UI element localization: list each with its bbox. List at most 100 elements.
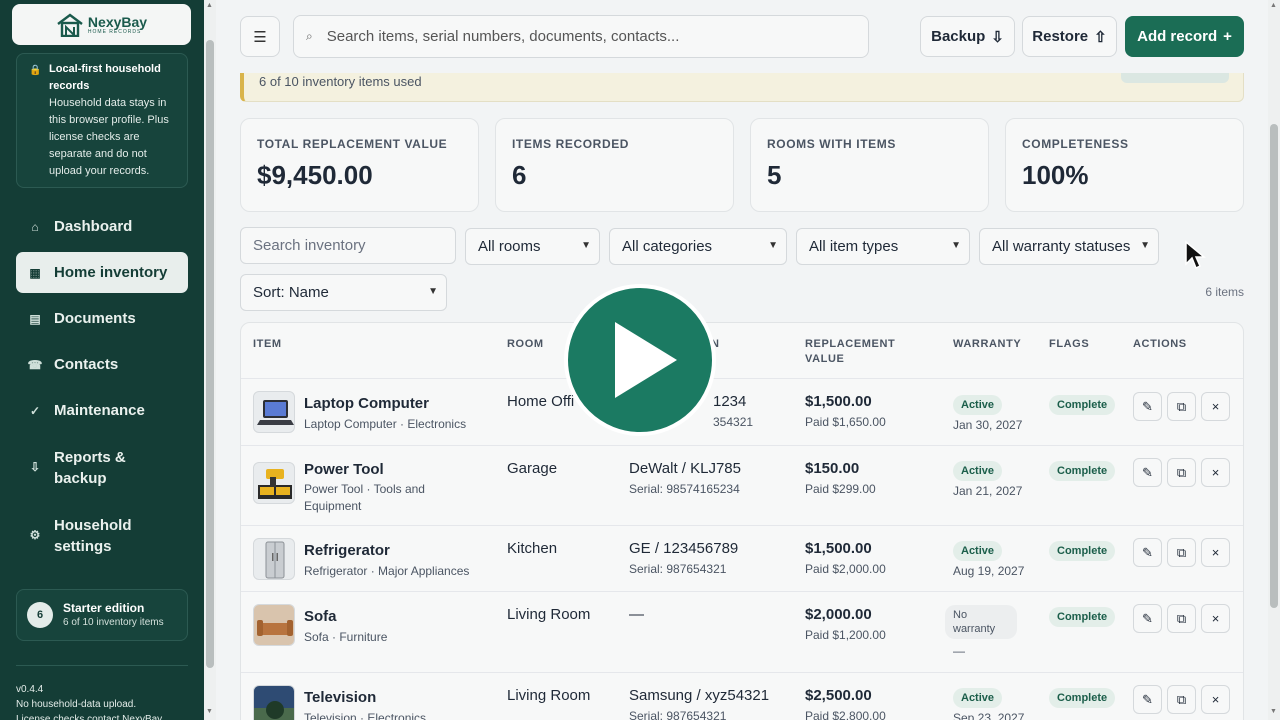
flag-badge: Complete — [1049, 395, 1116, 415]
table-row[interactable]: Power Tool Power Tool · Tools and Equipm… — [241, 445, 1243, 525]
table-row[interactable]: Laptop Computer Laptop Computer · Electr… — [241, 378, 1243, 445]
sidebar-item-reports-backup[interactable]: ⇩ Reports & backup — [16, 436, 188, 499]
item-replacement-value: $1,500.00 — [805, 393, 872, 410]
sidebar-item-household-settings[interactable]: ⚙ Household settings — [16, 504, 188, 567]
edit-button[interactable]: ✎ — [1133, 685, 1162, 714]
column-header-value[interactable]: REPLACEMENT VALUE — [805, 337, 895, 367]
table-row[interactable]: Refrigerator Refrigerator · Major Applia… — [241, 525, 1243, 591]
sidebar-item-dashboard[interactable]: ⌂ Dashboard — [16, 206, 188, 247]
page-scrollbar[interactable]: ▲ ▼ — [1268, 0, 1280, 720]
duplicate-button[interactable]: ⧉ — [1167, 604, 1196, 633]
edit-button[interactable]: ✎ — [1133, 458, 1162, 487]
sidebar-item-label: Home inventory — [54, 264, 168, 281]
edition-card[interactable]: 6 Starter edition 6 of 10 inventory item… — [16, 589, 188, 641]
sort-value: Sort: Name — [253, 284, 329, 301]
column-header-room[interactable]: ROOM — [507, 337, 544, 352]
item-name[interactable]: Television — [304, 689, 376, 706]
warranty-badge: Active — [953, 541, 1003, 561]
item-subtitle: Power Tool · Tools and Equipment — [304, 482, 425, 513]
restore-button[interactable]: Restore ⇧ — [1022, 16, 1117, 57]
item-room: Living Room — [507, 687, 591, 704]
item-replacement-value: $2,000.00 — [805, 606, 872, 623]
sidebar-scroll-thumb[interactable] — [206, 40, 214, 668]
edition-badge: 6 — [27, 602, 53, 628]
duplicate-icon: ⧉ — [1176, 464, 1187, 480]
delete-button[interactable]: × — [1201, 538, 1230, 567]
sort-select[interactable]: Sort: Name ▼ — [240, 274, 447, 311]
duplicate-button[interactable]: ⧉ — [1167, 458, 1196, 487]
sidebar-item-contacts[interactable]: ☎ Contacts — [16, 344, 188, 385]
item-serial: 354321 — [713, 415, 754, 429]
delete-button[interactable]: × — [1201, 458, 1230, 487]
table-row[interactable]: Television Television · Electronics Livi… — [241, 672, 1243, 720]
edit-button[interactable]: ✎ — [1133, 392, 1162, 421]
sidebar-scrollbar[interactable]: ▲ ▼ — [204, 0, 216, 720]
stat-value: 100% — [1022, 160, 1089, 190]
duplicate-button[interactable]: ⧉ — [1167, 685, 1196, 714]
item-name[interactable]: Power Tool — [304, 461, 384, 478]
flag-badge: Complete — [1049, 461, 1116, 481]
add-record-button[interactable]: Add record + — [1125, 16, 1244, 57]
scroll-down-icon[interactable]: ▼ — [1270, 708, 1277, 715]
backup-button[interactable]: Backup ⇩ — [920, 16, 1015, 57]
global-search-input[interactable]: ⌕ Search items, serial numbers, document… — [293, 15, 869, 58]
item-name[interactable]: Sofa — [304, 608, 337, 625]
scroll-up-icon[interactable]: ▲ — [1270, 2, 1277, 9]
edit-icon: ✎ — [1142, 464, 1153, 480]
item-room: Garage — [507, 460, 558, 477]
delete-button[interactable]: × — [1201, 685, 1230, 714]
duplicate-button[interactable]: ⧉ — [1167, 392, 1196, 421]
flag-badge: Complete — [1049, 607, 1116, 627]
stat-label: COMPLETENESS — [1022, 137, 1129, 151]
close-icon: × — [1211, 399, 1220, 414]
menu-button[interactable]: ☰ — [240, 16, 280, 57]
scroll-up-icon[interactable]: ▲ — [206, 2, 213, 9]
document-icon: ▤ — [29, 311, 41, 326]
local-first-notice: 🔒 Local-first household records Househol… — [16, 53, 188, 188]
item-type-filter-select[interactable]: All item types ▼ — [796, 228, 970, 265]
column-header-flags[interactable]: FLAGS — [1049, 337, 1089, 352]
sidebar-item-home-inventory[interactable]: ▦ Home inventory — [16, 252, 188, 293]
column-header-warranty[interactable]: WARRANTY — [953, 337, 1021, 352]
brand-logo[interactable]: NexyBay HOME RECORDS — [12, 4, 191, 45]
item-name[interactable]: Refrigerator — [304, 542, 390, 559]
edition-usage: 6 of 10 inventory items — [63, 617, 164, 628]
scroll-down-icon[interactable]: ▼ — [206, 708, 213, 715]
duplicate-icon: ⧉ — [1176, 610, 1187, 626]
item-replacement-value: $1,500.00 — [805, 540, 872, 557]
column-header-value-line-1: REPLACEMENT — [805, 338, 896, 350]
hamburger-icon: ☰ — [253, 28, 267, 46]
column-header-item[interactable]: ITEM — [253, 337, 282, 352]
warranty-filter-select[interactable]: All warranty statuses ▼ — [979, 228, 1159, 265]
item-serial: Serial: 987654321 — [629, 562, 727, 576]
column-header-value-line-2: VALUE — [805, 353, 845, 365]
footer-line-2: License checks contact NexyBay. — [16, 714, 165, 720]
plus-icon: + — [1223, 28, 1232, 45]
category-filter-select[interactable]: All categories ▼ — [609, 228, 787, 265]
grid-icon: ▦ — [29, 265, 41, 280]
sidebar-item-label: Dashboard — [54, 218, 133, 235]
chevron-down-icon: ▼ — [581, 240, 591, 251]
stat-completeness: COMPLETENESS 100% — [1005, 118, 1244, 212]
delete-button[interactable]: × — [1201, 392, 1230, 421]
warranty-filter-value: All warranty statuses — [992, 238, 1131, 255]
room-filter-select[interactable]: All rooms ▼ — [465, 228, 600, 265]
delete-button[interactable]: × — [1201, 604, 1230, 633]
duplicate-button[interactable]: ⧉ — [1167, 538, 1196, 567]
inventory-search-input[interactable]: Search inventory — [240, 227, 456, 264]
item-paid: Paid $1,650.00 — [805, 415, 886, 429]
warranty-badge: Active — [953, 395, 1003, 415]
play-button[interactable] — [564, 284, 716, 436]
edit-button[interactable]: ✎ — [1133, 604, 1162, 633]
brand-subtitle: HOME RECORDS — [87, 28, 142, 35]
table-row[interactable]: Sofa Sofa · Furniture Living Room — $2,0… — [241, 591, 1243, 672]
sidebar-item-maintenance[interactable]: ✓ Maintenance — [16, 390, 188, 431]
download-icon: ⇩ — [29, 460, 41, 474]
notice-title: Local-first household records — [49, 63, 161, 92]
item-name[interactable]: Laptop Computer — [304, 395, 429, 412]
sidebar-item-documents[interactable]: ▤ Documents — [16, 298, 188, 339]
sidebar-item-label: Reports & backup — [54, 448, 126, 487]
page-scroll-thumb[interactable] — [1270, 124, 1278, 608]
edit-button[interactable]: ✎ — [1133, 538, 1162, 567]
check-icon: ✓ — [29, 403, 41, 418]
